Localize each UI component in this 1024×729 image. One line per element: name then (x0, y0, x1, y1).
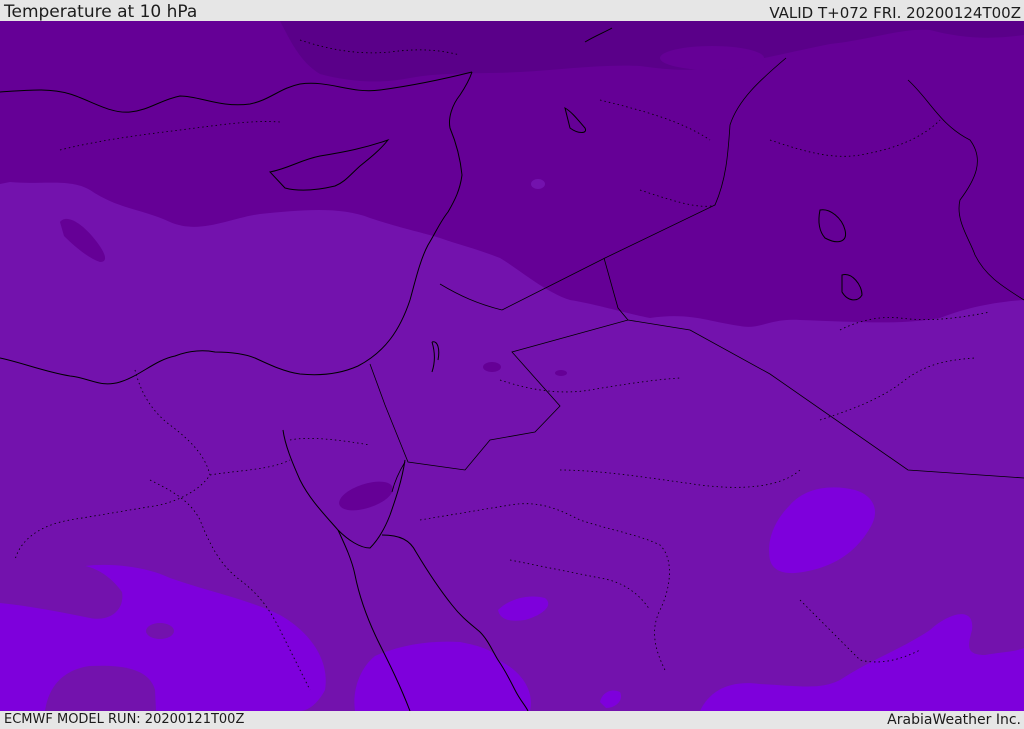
valid-time: VALID T+072 FRI. 20200124T00Z (769, 4, 1021, 22)
temp-spot (555, 370, 567, 376)
temperature-map (0, 21, 1024, 711)
title-bar: Temperature at 10 hPa VALID T+072 FRI. 2… (0, 0, 1024, 21)
temp-band-mid (146, 623, 174, 639)
temp-spot (483, 362, 501, 372)
map-title: Temperature at 10 hPa (4, 2, 198, 22)
temp-band-coldest (660, 46, 764, 70)
footer-bar: ECMWF MODEL RUN: 20200121T00Z ArabiaWeat… (0, 711, 1024, 729)
model-run: ECMWF MODEL RUN: 20200121T00Z (4, 712, 245, 727)
temp-spot (531, 179, 545, 189)
credit: ArabiaWeather Inc. (887, 712, 1021, 728)
